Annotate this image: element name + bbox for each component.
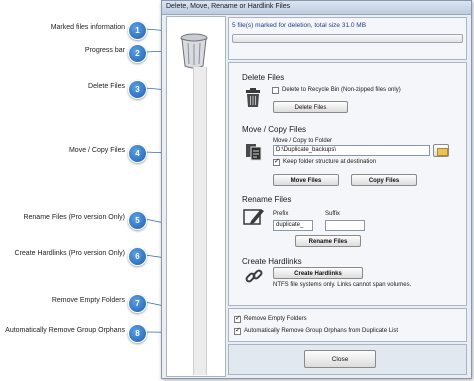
callout-label-8: Automatically Remove Group Orphans [5,327,125,334]
move-files-button[interactable]: Move Files [273,174,339,186]
recycle-bin-icon [179,33,209,71]
remove-group-orphans-checkbox[interactable] [234,326,241,335]
folder-icon [437,148,448,156]
chain-link-icon [245,267,263,287]
trash-can-icon [245,88,261,110]
callout-label-3: Delete Files [88,83,125,90]
remove-group-orphans-label: Automatically Remove Group Orphans from … [244,328,399,334]
close-button[interactable]: Close [304,350,376,368]
keep-structure-checkbox[interactable] [273,157,280,166]
browse-folder-button[interactable] [433,144,449,157]
rename-pencil-icon [243,207,265,229]
callout-badge-8: 8 [128,324,147,343]
suffix-label: Suffix [325,211,340,217]
callout-badge-3: 3 [128,80,147,99]
recycle-bin-checkbox[interactable] [272,87,279,94]
move-copy-folder-label: Move / Copy to Folder [273,138,333,144]
destination-folder-input[interactable]: D:\Duplicate_backups\ [273,145,430,156]
callout-label-6: Create Hardlinks (Pro version Only) [14,250,125,257]
callout-badge-5: 5 [128,211,147,230]
remove-empty-folders-checkbox[interactable] [234,314,241,323]
callout-badge-6: 6 [128,247,147,266]
callout-badge-7: 7 [128,294,147,313]
dialog-window: Delete, Move, Rename or Hardlink Files 5… [161,0,472,379]
sidebar-graphic [166,16,226,377]
window-title: Delete, Move, Rename or Hardlink Files [166,3,291,10]
callout-badge-1: 1 [128,21,147,40]
recycle-bin-label: Delete to Recycle Bin (Non-zipped files … [282,87,401,93]
prefix-label: Prefix [273,211,289,217]
remove-empty-folders-label: Remove Empty Folders [244,316,307,322]
marked-files-info: 5 file(s) marked for deletion, total siz… [232,22,367,29]
copy-documents-icon [245,143,263,163]
keep-structure-label: Keep folder structure at destination [283,159,377,165]
hardlinks-note: NTFS file systems only. Links cannot spa… [273,282,412,288]
actions-panel: Delete Files Delete to Recycle Bin (Non-… [228,62,467,306]
callout-label-5: Rename Files (Pro version Only) [23,214,125,221]
prefix-input[interactable]: duplicate_ [273,220,313,231]
delete-files-button[interactable]: Delete Files [273,101,348,113]
move-copy-section-title: Move / Copy Files [242,125,307,134]
create-hardlinks-button[interactable]: Create Hardlinks [273,267,363,279]
rename-files-button[interactable]: Rename Files [295,235,361,247]
callout-badge-4: 4 [128,144,147,163]
callout-label-7: Remove Empty Folders [51,297,125,304]
callout-label-1: Marked files information [50,24,125,31]
footer-panel: Close [228,344,467,375]
title-bar: Delete, Move, Rename or Hardlink Files [162,1,471,15]
suffix-input[interactable] [325,220,365,231]
rename-section-title: Rename Files [242,195,292,204]
callout-label-4: Move / Copy Files [68,147,125,154]
hardlinks-section-title: Create Hardlinks [242,257,302,266]
sidebar-stripe [193,67,207,375]
callout-label-2: Progress bar [84,47,125,54]
copy-files-button[interactable]: Copy Files [351,174,417,186]
callout-badge-2: 2 [128,44,147,63]
options-panel: Remove Empty Folders Automatically Remov… [228,308,467,342]
progress-bar [232,34,463,43]
status-panel: 5 file(s) marked for deletion, total siz… [228,17,467,60]
delete-section-title: Delete Files [242,73,285,82]
